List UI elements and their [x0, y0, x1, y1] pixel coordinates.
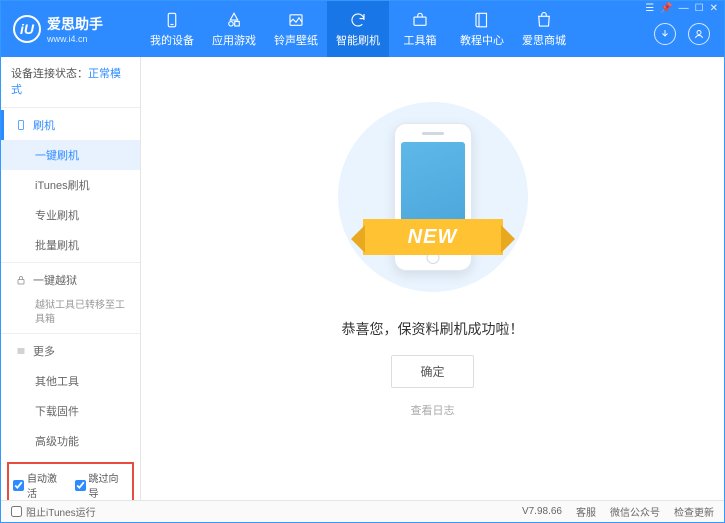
customer-service-link[interactable]: 客服: [576, 504, 596, 519]
lock-icon: [15, 274, 27, 286]
checkbox-label: 自动激活: [27, 470, 67, 500]
wechat-link[interactable]: 微信公众号: [610, 504, 660, 519]
section-title: 更多: [33, 343, 55, 359]
more-icon: [15, 345, 27, 357]
conn-label: 设备连接状态：: [11, 68, 88, 80]
connection-status: 设备连接状态：正常模式: [1, 57, 140, 105]
top-nav: 我的设备 应用游戏 铃声壁纸 智能刷机 工具箱 教程中心 爱思商城: [141, 1, 724, 57]
refresh-icon: [349, 11, 367, 29]
nav-tutorials[interactable]: 教程中心: [451, 1, 513, 57]
jailbreak-note: 越狱工具已转移至工具箱: [1, 295, 140, 331]
checkbox-input[interactable]: [13, 480, 24, 491]
nav-label: 铃声壁纸: [274, 32, 318, 48]
checkbox-input[interactable]: [11, 506, 22, 517]
app-body: 设备连接状态：正常模式 刷机 一键刷机 iTunes刷机 专业刷机 批量刷机 一…: [1, 57, 724, 500]
brand-url: www.i4.cn: [47, 34, 103, 44]
wallpaper-icon: [287, 11, 305, 29]
brand-name: 爱思助手: [47, 14, 103, 34]
new-ribbon: NEW: [363, 219, 503, 255]
nav-toolbox[interactable]: 工具箱: [389, 1, 451, 57]
status-bar: 阻止iTunes运行 V7.98.66 客服 微信公众号 检查更新: [1, 500, 724, 522]
checkbox-skip-guide[interactable]: 跳过向导: [75, 470, 129, 500]
window-controls: ☰ 📌 — ☐ ✕: [645, 3, 718, 14]
sidebar-section-more[interactable]: 更多: [1, 336, 140, 366]
sidebar-checkboxes: 自动激活 跳过向导: [7, 462, 134, 500]
sidebar-item-oneclick[interactable]: 一键刷机: [1, 140, 140, 170]
version-label: V7.98.66: [522, 506, 562, 517]
sidebar-section-jailbreak[interactable]: 一键越狱: [1, 265, 140, 295]
main-content: NEW 恭喜您，保资料刷机成功啦！ 确定 查看日志: [141, 57, 724, 500]
user-icon[interactable]: [688, 23, 710, 45]
pin-icon[interactable]: 📌: [660, 3, 672, 14]
store-icon: [535, 11, 553, 29]
sidebar-item-batch[interactable]: 批量刷机: [1, 230, 140, 260]
block-itunes-checkbox[interactable]: 阻止iTunes运行: [11, 504, 96, 519]
check-update-link[interactable]: 检查更新: [674, 504, 714, 519]
download-icon[interactable]: [654, 23, 676, 45]
minimize-icon[interactable]: —: [679, 3, 689, 14]
nav-label: 工具箱: [404, 32, 437, 48]
nav-label: 智能刷机: [336, 32, 380, 48]
user-controls: [654, 23, 710, 45]
close-icon[interactable]: ✕: [710, 3, 718, 14]
nav-my-device[interactable]: 我的设备: [141, 1, 203, 57]
maximize-icon[interactable]: ☐: [695, 3, 704, 14]
apps-icon: [225, 11, 243, 29]
confirm-button[interactable]: 确定: [391, 355, 473, 388]
toolbox-icon: [411, 11, 429, 29]
success-illustration: NEW: [333, 97, 533, 297]
sidebar: 设备连接状态：正常模式 刷机 一键刷机 iTunes刷机 专业刷机 批量刷机 一…: [1, 57, 141, 500]
section-title: 一键越狱: [33, 272, 77, 288]
nav-label: 教程中心: [460, 32, 504, 48]
sidebar-item-pro[interactable]: 专业刷机: [1, 200, 140, 230]
nav-label: 我的设备: [150, 32, 194, 48]
checkbox-label: 跳过向导: [89, 470, 129, 500]
checkbox-input[interactable]: [75, 480, 86, 491]
app-header: iU 爱思助手 www.i4.cn 我的设备 应用游戏 铃声壁纸 智能刷机 工具…: [1, 1, 724, 57]
brand-text: 爱思助手 www.i4.cn: [47, 14, 103, 44]
nav-ringtones[interactable]: 铃声壁纸: [265, 1, 327, 57]
checkbox-label: 阻止iTunes运行: [26, 504, 96, 519]
checkbox-auto-activate[interactable]: 自动激活: [13, 470, 67, 500]
success-message: 恭喜您，保资料刷机成功啦！: [342, 319, 524, 339]
nav-label: 应用游戏: [212, 32, 256, 48]
logo-section: iU 爱思助手 www.i4.cn: [1, 14, 141, 44]
sidebar-item-itunes[interactable]: iTunes刷机: [1, 170, 140, 200]
nav-store[interactable]: 爱思商城: [513, 1, 575, 57]
phone-icon: [15, 119, 27, 131]
menu-icon[interactable]: ☰: [645, 3, 654, 14]
sidebar-item-other[interactable]: 其他工具: [1, 366, 140, 396]
phone-icon: [163, 11, 181, 29]
nav-apps[interactable]: 应用游戏: [203, 1, 265, 57]
view-log-link[interactable]: 查看日志: [411, 402, 455, 418]
nav-flash[interactable]: 智能刷机: [327, 1, 389, 57]
sidebar-item-firmware[interactable]: 下载固件: [1, 396, 140, 426]
footer-right: V7.98.66 客服 微信公众号 检查更新: [522, 504, 714, 519]
book-icon: [473, 11, 491, 29]
section-title: 刷机: [33, 117, 55, 133]
sidebar-item-advanced[interactable]: 高级功能: [1, 426, 140, 456]
nav-label: 爱思商城: [522, 32, 566, 48]
logo-icon: iU: [13, 15, 41, 43]
sidebar-section-flash[interactable]: 刷机: [1, 110, 140, 140]
